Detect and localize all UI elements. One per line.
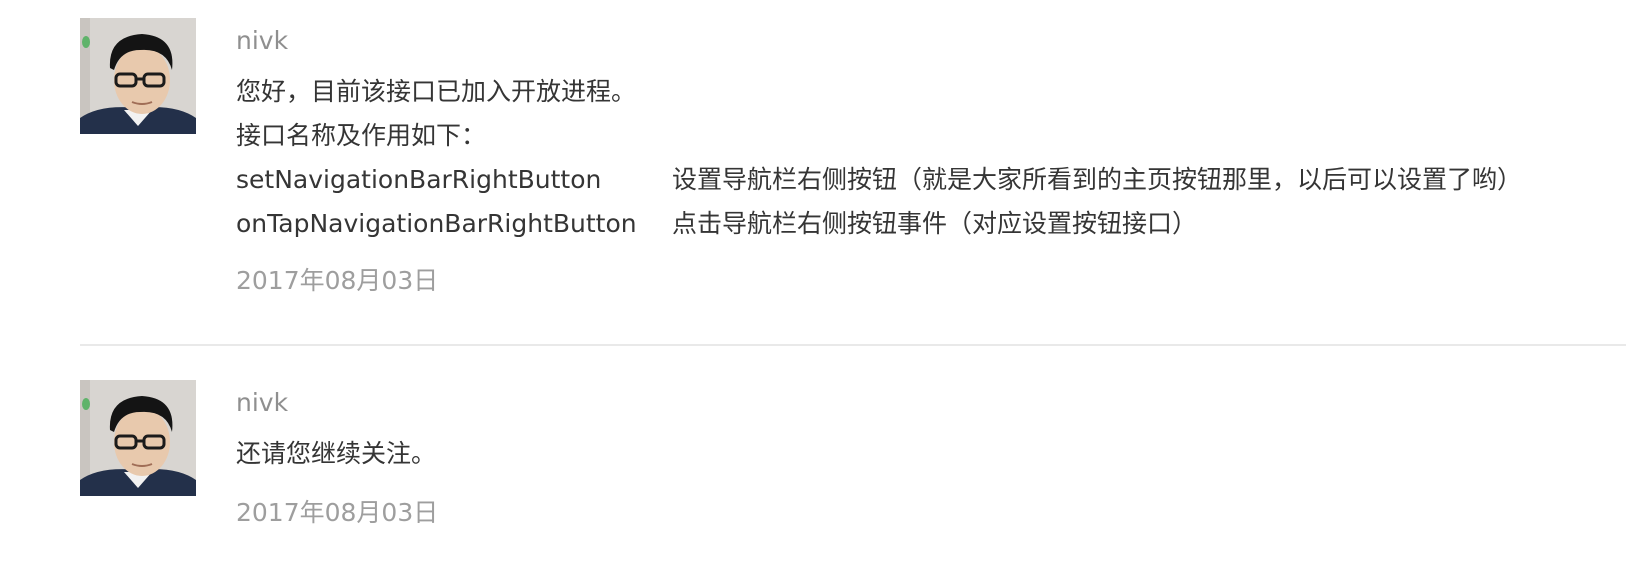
api-description: 点击导航栏右侧按钮事件（对应设置按钮接口） xyxy=(672,209,1198,238)
comment-date: 2017年08月03日 xyxy=(236,498,439,527)
user-avatar-icon xyxy=(80,18,196,134)
comment-text-line: 您好，目前该接口已加入开放进程。 xyxy=(236,77,637,106)
api-name: onTapNavigationBarRightButton xyxy=(236,209,637,238)
api-description: 设置导航栏右侧按钮（就是大家所看到的主页按钮那里，以后可以设置了哟） xyxy=(672,165,1523,194)
user-avatar-icon xyxy=(80,380,196,496)
comment-body: nivk 还请您继续关注。 2017年08月03日 xyxy=(236,380,1626,528)
api-row: setNavigationBarRightButton 设置导航栏右侧按钮（就是大… xyxy=(236,158,1626,202)
avatar[interactable] xyxy=(80,18,196,134)
comment-author[interactable]: nivk xyxy=(236,388,1626,418)
comment-body: nivk 您好，目前该接口已加入开放进程。 接口名称及作用如下： setNavi… xyxy=(236,18,1626,296)
comment-divider xyxy=(80,344,1626,346)
api-name: setNavigationBarRightButton xyxy=(236,165,602,194)
avatar[interactable] xyxy=(80,380,196,496)
comment-text-line: 接口名称及作用如下： xyxy=(236,121,487,150)
comment-text-line: 还请您继续关注。 xyxy=(236,439,437,468)
comment-author[interactable]: nivk xyxy=(236,26,1626,56)
comment-date: 2017年08月03日 xyxy=(236,266,439,295)
api-row: onTapNavigationBarRightButton 点击导航栏右侧按钮事件… xyxy=(236,202,1626,246)
